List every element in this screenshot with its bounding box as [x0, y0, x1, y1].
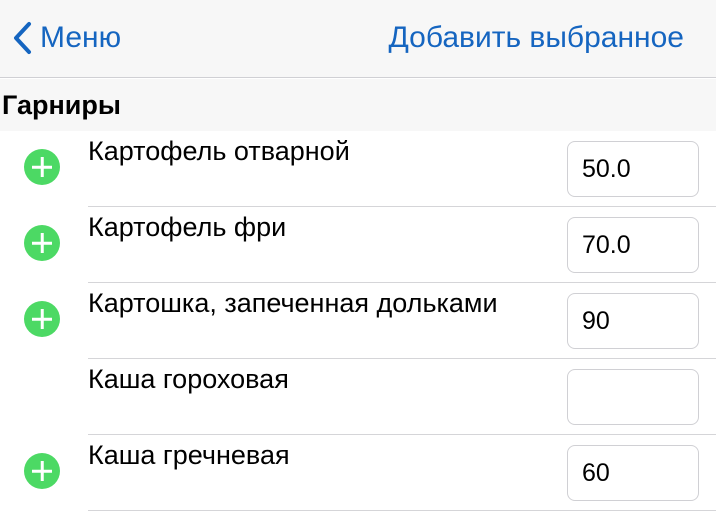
plus-circle-icon[interactable] — [24, 149, 60, 185]
item-list: Картофель отварной Картофель фри Картошк… — [0, 131, 716, 511]
item-name: Картошка, запеченная дольками — [88, 288, 498, 318]
section-title: Гарниры — [2, 89, 121, 120]
item-name: Картофель фри — [88, 212, 287, 242]
list-item: Картофель фри — [24, 207, 716, 283]
list-item: Каша гороховая — [88, 359, 716, 435]
plus-circle-icon[interactable] — [24, 453, 60, 489]
amount-input[interactable] — [567, 141, 699, 197]
amount-input[interactable] — [567, 293, 699, 349]
section-header: Гарниры — [0, 79, 716, 131]
back-button[interactable]: Меню — [12, 18, 121, 58]
plus-circle-icon[interactable] — [24, 225, 60, 261]
list-item: Картошка, запеченная дольками — [24, 283, 716, 359]
add-selected-button[interactable]: Добавить выбранное — [389, 18, 684, 58]
chevron-left-icon — [14, 22, 31, 54]
item-name: Картофель отварной — [88, 136, 350, 166]
amount-input[interactable] — [567, 217, 699, 273]
amount-input[interactable] — [567, 445, 699, 501]
navigation-bar: Меню Добавить выбранное — [0, 0, 716, 78]
item-name: Каша гороховая — [88, 364, 289, 394]
item-name: Каша гречневая — [88, 440, 290, 470]
list-item: Картофель отварной — [24, 131, 716, 207]
plus-circle-icon[interactable] — [24, 301, 60, 337]
amount-input[interactable] — [567, 369, 699, 425]
back-button-label: Меню — [40, 21, 122, 54]
list-item: Каша гречневая — [24, 435, 716, 511]
